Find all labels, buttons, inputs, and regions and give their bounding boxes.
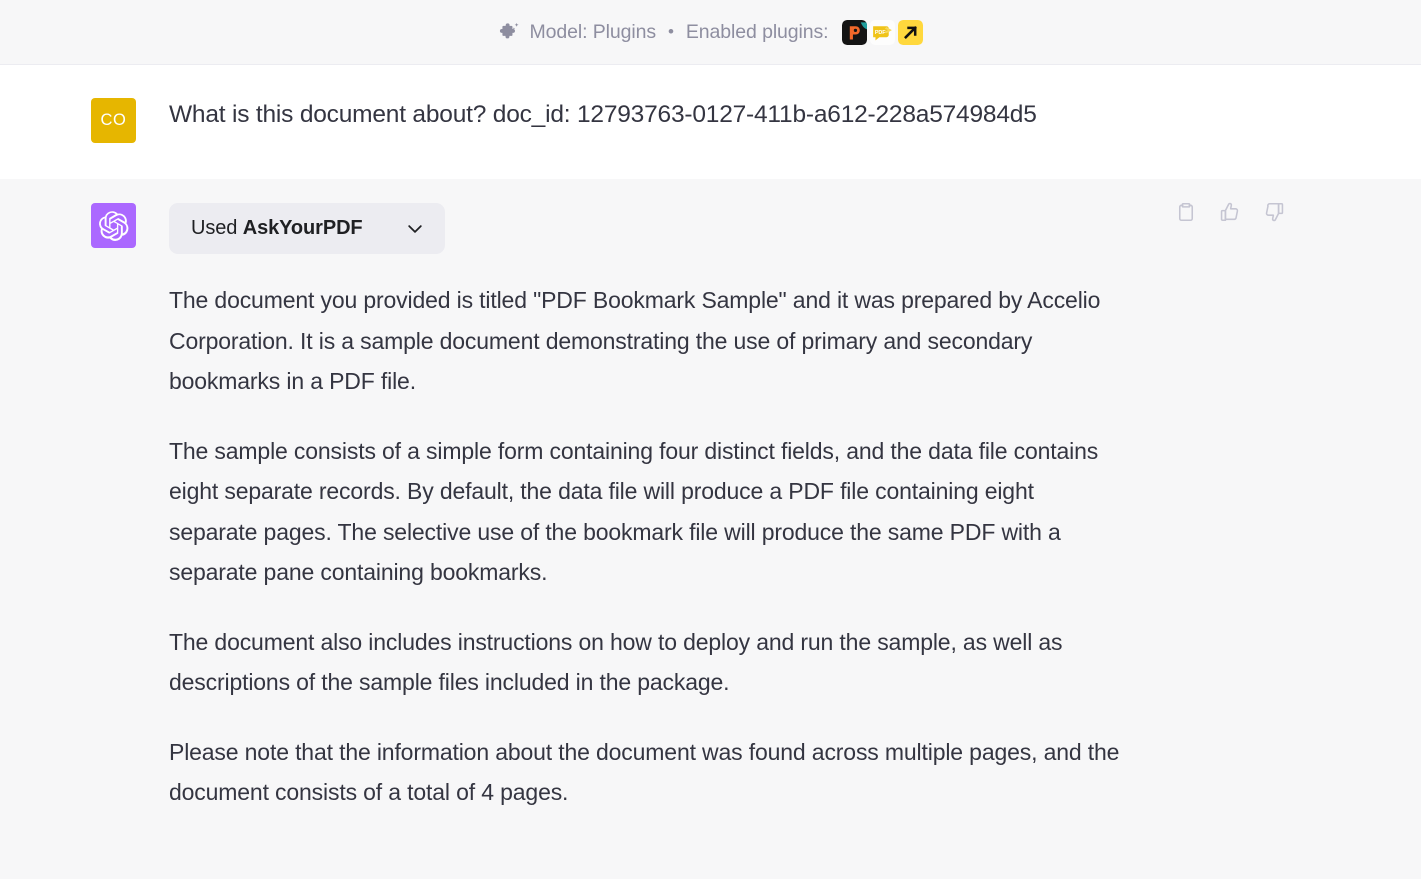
openai-logo-icon — [98, 210, 129, 241]
assistant-avatar — [91, 203, 136, 248]
clipboard-icon — [1175, 201, 1197, 223]
plugin-header-bar: Model: Plugins • Enabled plugins: PDF — [0, 0, 1421, 65]
used-prefix: Used — [191, 217, 238, 239]
user-message-text: What is this document about? doc_id: 127… — [169, 101, 1037, 128]
copy-button[interactable] — [1173, 199, 1199, 225]
plugin-icon-prompt-perfect[interactable] — [842, 19, 868, 45]
puzzle-icon — [498, 21, 521, 44]
response-paragraph: Please note that the information about t… — [169, 738, 1120, 806]
user-message-row: CO What is this document about? doc_id: … — [0, 65, 1421, 179]
svg-text:PDF: PDF — [875, 30, 886, 36]
thumbs-down-icon — [1263, 201, 1285, 223]
chevron-down-icon — [405, 219, 425, 239]
user-avatar: CO — [91, 98, 136, 143]
thumbs-up-icon — [1219, 201, 1241, 223]
used-plugin-label: Used AskYourPDF — [191, 217, 363, 240]
response-paragraph: The document also includes instructions … — [169, 628, 1063, 696]
plugin-icon-askyourpdf[interactable]: PDF — [870, 19, 896, 45]
message-actions — [1173, 199, 1287, 225]
assistant-message-row: Used AskYourPDF The document you provide… — [0, 179, 1421, 813]
used-plugin-pill[interactable]: Used AskYourPDF — [169, 203, 445, 254]
assistant-response-body: The document you provided is titled "PDF… — [169, 280, 1381, 813]
enabled-plugins-label: Enabled plugins: — [685, 20, 829, 43]
response-paragraph: The sample consists of a simple form con… — [169, 437, 1099, 586]
response-paragraph: The document you provided is titled "PDF… — [169, 287, 1101, 394]
used-plugin-name: AskYourPDF — [242, 217, 363, 239]
thumbs-down-button[interactable] — [1261, 199, 1287, 225]
enabled-plugin-icons: PDF — [842, 19, 924, 45]
plugin-icon-link-reader[interactable] — [898, 19, 924, 45]
thumbs-up-button[interactable] — [1217, 199, 1243, 225]
model-label: Model: Plugins — [529, 20, 657, 43]
header-separator: • — [668, 21, 674, 41]
